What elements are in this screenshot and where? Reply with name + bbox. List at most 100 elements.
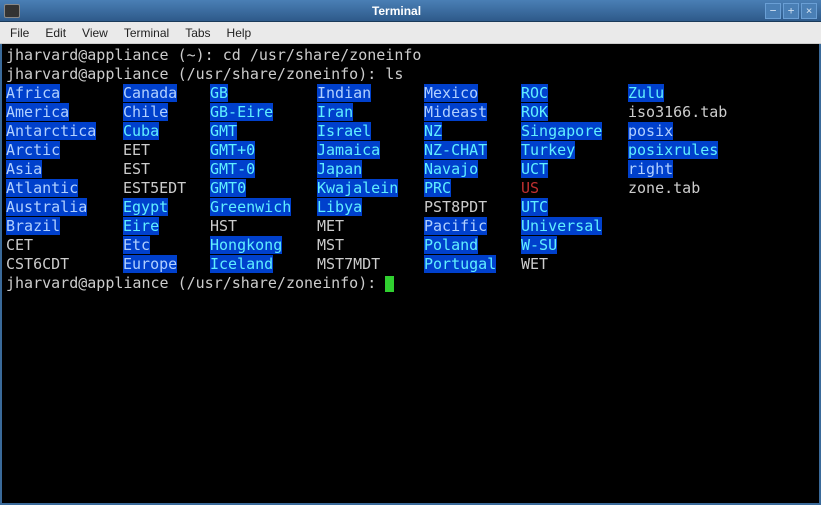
file-entry: Hongkong: [210, 236, 282, 254]
listing-cell: PST8PDT: [424, 198, 521, 217]
menu-edit[interactable]: Edit: [37, 24, 74, 42]
listing-cell: Iceland: [210, 255, 317, 274]
menu-bar: File Edit View Terminal Tabs Help: [0, 22, 821, 44]
file-entry: Mexico: [424, 84, 478, 102]
file-entry: EST: [123, 160, 150, 178]
listing-cell: posixrules: [628, 141, 748, 160]
file-entry: EET: [123, 141, 150, 159]
menu-help[interactable]: Help: [219, 24, 260, 42]
listing-cell: GMT+0: [210, 141, 317, 160]
file-entry: MST: [317, 236, 344, 254]
listing-cell: GMT: [210, 122, 317, 141]
listing-cell: right: [628, 160, 748, 179]
listing-cell: EST5EDT: [123, 179, 210, 198]
terminal-area[interactable]: jharvard@appliance (~): cd /usr/share/zo…: [0, 44, 821, 505]
listing-cell: ROK: [521, 103, 628, 122]
menu-view[interactable]: View: [74, 24, 116, 42]
ls-output: AfricaCanadaGBIndianMexicoROCZuluAmerica…: [6, 84, 815, 274]
listing-cell: Mexico: [424, 84, 521, 103]
listing-cell: Arctic: [6, 141, 123, 160]
listing-cell: GMT-0: [210, 160, 317, 179]
listing-cell: NZ: [424, 122, 521, 141]
listing-cell: Egypt: [123, 198, 210, 217]
file-entry: GMT0: [210, 179, 246, 197]
file-entry: WET: [521, 255, 548, 273]
listing-cell: Eire: [123, 217, 210, 236]
file-entry: Poland: [424, 236, 478, 254]
file-entry: ROK: [521, 103, 548, 121]
file-entry: posix: [628, 122, 673, 140]
file-entry: Portugal: [424, 255, 496, 273]
app-icon: [4, 4, 20, 18]
file-entry: Mideast: [424, 103, 487, 121]
listing-cell: WET: [521, 255, 628, 274]
listing-row: AfricaCanadaGBIndianMexicoROCZulu: [6, 84, 815, 103]
menu-terminal[interactable]: Terminal: [116, 24, 177, 42]
file-entry: ROC: [521, 84, 548, 102]
menu-tabs[interactable]: Tabs: [177, 24, 218, 42]
file-entry: GB: [210, 84, 228, 102]
prompt-line-2: jharvard@appliance (/usr/share/zoneinfo)…: [6, 65, 815, 84]
listing-cell: Pacific: [424, 217, 521, 236]
prompt-text: jharvard@appliance (/usr/share/zoneinfo)…: [6, 65, 385, 83]
listing-cell: EET: [123, 141, 210, 160]
window-title: Terminal: [28, 4, 765, 18]
file-entry: GB-Eire: [210, 103, 273, 121]
listing-cell: Europe: [123, 255, 210, 274]
listing-cell: Turkey: [521, 141, 628, 160]
listing-cell: Kwajalein: [317, 179, 424, 198]
listing-cell: iso3166.tab: [628, 103, 748, 122]
listing-cell: zone.tab: [628, 179, 748, 198]
prompt-line-1: jharvard@appliance (~): cd /usr/share/zo…: [6, 46, 815, 65]
file-entry: Antarctica: [6, 122, 96, 140]
file-entry: GMT-0: [210, 160, 255, 178]
listing-cell: Iran: [317, 103, 424, 122]
listing-row: AntarcticaCubaGMTIsraelNZSingaporeposix: [6, 122, 815, 141]
listing-cell: CST6CDT: [6, 255, 123, 274]
menu-file[interactable]: File: [2, 24, 37, 42]
file-entry: CET: [6, 236, 33, 254]
file-entry: Africa: [6, 84, 60, 102]
file-entry: PRC: [424, 179, 451, 197]
listing-cell: Atlantic: [6, 179, 123, 198]
listing-cell: Etc: [123, 236, 210, 255]
file-entry: EST5EDT: [123, 179, 186, 197]
prompt-text: jharvard@appliance (~):: [6, 46, 223, 64]
listing-cell: GB: [210, 84, 317, 103]
listing-cell: Navajo: [424, 160, 521, 179]
listing-cell: Mideast: [424, 103, 521, 122]
listing-cell: UTC: [521, 198, 628, 217]
minimize-button[interactable]: −: [765, 3, 781, 19]
file-entry: Australia: [6, 198, 87, 216]
file-entry: Pacific: [424, 217, 487, 235]
file-entry: Egypt: [123, 198, 168, 216]
file-entry: Cuba: [123, 122, 159, 140]
file-entry: Japan: [317, 160, 362, 178]
file-entry: Navajo: [424, 160, 478, 178]
title-bar: Terminal − + ×: [0, 0, 821, 22]
listing-row: BrazilEireHSTMETPacificUniversal: [6, 217, 815, 236]
listing-cell: America: [6, 103, 123, 122]
file-entry: Etc: [123, 236, 150, 254]
file-entry: CST6CDT: [6, 255, 69, 273]
file-entry: Greenwich: [210, 198, 291, 216]
maximize-button[interactable]: +: [783, 3, 799, 19]
listing-cell: UCT: [521, 160, 628, 179]
prompt-line-3: jharvard@appliance (/usr/share/zoneinfo)…: [6, 274, 815, 293]
file-entry: iso3166.tab: [628, 103, 727, 121]
file-entry: W-SU: [521, 236, 557, 254]
listing-cell: Portugal: [424, 255, 521, 274]
listing-cell: MST7MDT: [317, 255, 424, 274]
file-entry: UCT: [521, 160, 548, 178]
listing-cell: Africa: [6, 84, 123, 103]
file-entry: Eire: [123, 217, 159, 235]
file-entry: Indian: [317, 84, 371, 102]
file-entry: GMT: [210, 122, 237, 140]
file-entry: Atlantic: [6, 179, 78, 197]
listing-cell: US: [521, 179, 628, 198]
close-button[interactable]: ×: [801, 3, 817, 19]
file-entry: Brazil: [6, 217, 60, 235]
listing-row: CET Etc Hongkong MST Poland W-SU: [6, 236, 815, 255]
file-entry: Kwajalein: [317, 179, 398, 197]
listing-cell: HST: [210, 217, 317, 236]
